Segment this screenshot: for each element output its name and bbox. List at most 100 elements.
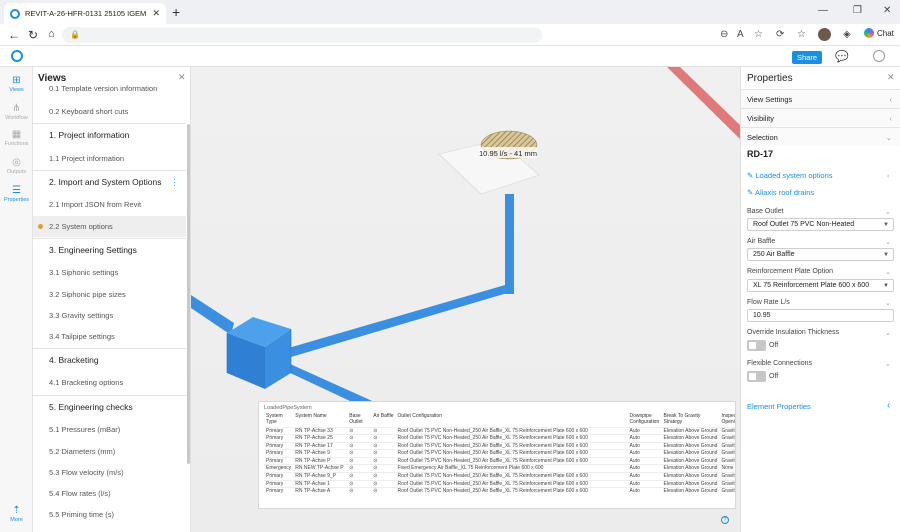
element-properties-link[interactable]: Element Properties ‹ — [747, 400, 890, 411]
view-item[interactable]: 0.2 Keyboard short cuts — [33, 101, 186, 122]
loaded-system-options-link[interactable]: ✎ Loaded system options ‹ — [747, 171, 890, 180]
column-header[interactable]: System Name — [293, 413, 347, 427]
chevron-down-icon[interactable]: ⌄ — [885, 268, 891, 276]
view-section-header[interactable]: 3. Engineering Settings — [33, 238, 186, 261]
chevron-down-icon[interactable]: ⌄ — [885, 299, 891, 307]
close-window-icon[interactable]: ✕ — [883, 5, 891, 16]
table-row[interactable]: Primary RN TP-Achse A ⊙ ⊙ Roof Outlet 75 PVC… — [264, 487, 735, 496]
view-item-selected[interactable]: 2.2 System options — [33, 216, 186, 237]
extensions-icon[interactable]: ⟳ — [776, 29, 784, 40]
table-cell: Gravity — [719, 479, 735, 488]
zoom-icon[interactable]: ⊖ — [720, 29, 728, 40]
view-item[interactable]: 5.5 Priming time (s) — [33, 504, 186, 525]
restore-icon[interactable]: ❐ — [853, 5, 862, 16]
more-options-icon[interactable]: ⋮ — [170, 171, 179, 194]
read-aloud-icon[interactable]: A — [737, 29, 744, 40]
column-header[interactable]: Break To Gravity Strategy — [662, 413, 720, 427]
column-header[interactable]: Inspec Openi — [719, 413, 735, 427]
toggle-state: Off — [769, 373, 779, 380]
url-field[interactable]: 🔒 — [62, 27, 542, 43]
chevron-down-icon[interactable]: ⌄ — [885, 208, 891, 216]
section-visibility[interactable]: Visibility ‹ — [741, 108, 900, 127]
browser-profile-avatar[interactable] — [818, 28, 831, 41]
table-cell: Roof Outlet 75 PVC Non-Heated_250 Air Ba… — [395, 426, 628, 435]
rail-properties[interactable]: ☰ Properties — [0, 185, 33, 203]
browser-tab[interactable]: REVIT-A-26-HFR-0131 25105 IGEM ✕ — [4, 3, 166, 24]
view-item[interactable]: 3.4 Tailpipe settings — [33, 326, 186, 347]
base-outlet-select[interactable]: Roof Outlet 75 PVC Non-Heated ▼ — [747, 218, 894, 231]
column-header[interactable]: Air Baffle — [371, 413, 395, 427]
table-row[interactable]: Emergency RN NEW TP-Achse P ⊙ ⊙ Fixed Emerge… — [264, 464, 735, 473]
view-item[interactable]: 3.2 Siphonic pipe sizes — [33, 284, 186, 305]
flow-rate-input[interactable]: 10.95 — [747, 309, 894, 322]
table-row[interactable]: Primary RN TP-Achse 1 ⊙ ⊙ Roof Outlet 75 PVC… — [264, 479, 735, 488]
reinforcement-plate-select[interactable]: XL 75 Reinforcement Plate 600 x 600 ▼ — [747, 279, 894, 292]
minimize-icon[interactable]: — — [818, 5, 828, 16]
comment-icon[interactable]: 💬 — [835, 50, 849, 63]
rail-views[interactable]: ⊞ Views — [0, 75, 33, 93]
chevron-down-icon[interactable]: ⌄ — [885, 329, 891, 337]
air-baffle-select[interactable]: 250 Air Baffle ▼ — [747, 248, 894, 261]
select-value: 250 Air Baffle — [753, 251, 795, 258]
rail-outputs[interactable]: ◎ Outputs — [0, 157, 33, 175]
table-row[interactable]: Primary RN TP-Achse P ⊙ ⊙ Roof Outlet 75 PVC… — [264, 456, 735, 465]
section-view-settings[interactable]: View Settings ‹ — [741, 89, 900, 108]
copilot-icon[interactable]: ◈ — [843, 29, 851, 40]
close-icon[interactable]: ✕ — [887, 72, 895, 83]
horizontal-pipe[interactable] — [285, 285, 514, 357]
user-avatar-icon[interactable] — [873, 50, 885, 62]
inlet-pipe[interactable] — [191, 295, 234, 335]
app-logo-icon[interactable] — [11, 50, 23, 62]
view-item-label: 2.2 System options — [49, 222, 113, 231]
view-item[interactable]: 3.1 Siphonic settings — [33, 262, 186, 283]
close-tab-icon[interactable]: ✕ — [152, 8, 160, 19]
back-icon[interactable]: ← — [8, 28, 20, 42]
table-row[interactable]: Primary RN TP-Achse 9_P ⊙ ⊙ Roof Outlet 75 P… — [264, 472, 735, 481]
view-item[interactable]: 4.1 Bracketing options — [33, 372, 186, 393]
view-item[interactable]: 5.2 Diameters (mm) — [33, 441, 186, 462]
section-selection[interactable]: Selection ⌄ — [741, 127, 900, 146]
refresh-icon[interactable]: ↻ — [28, 28, 38, 42]
rail-workflow[interactable]: ⋔ Workflow — [0, 103, 33, 121]
table-cell: RN TP-Achse A — [293, 487, 348, 496]
table-row[interactable]: Primary RN TP-Achse 9 ⊙ ⊙ Roof Outlet 75 PVC… — [264, 449, 735, 458]
column-header[interactable]: Outlet Configuration — [396, 413, 628, 427]
properties-icon: ☰ — [12, 185, 21, 196]
favorites-icon[interactable]: ☆ — [797, 29, 806, 40]
downpipe[interactable] — [505, 194, 514, 294]
column-header[interactable]: System Type — [264, 413, 293, 427]
rail-more[interactable]: ⇡ More — [0, 505, 33, 523]
column-header[interactable]: Base Outlet — [347, 413, 371, 427]
view-section-header[interactable]: 2. Import and System Options ⋮ — [33, 170, 186, 193]
rail-functions[interactable]: ▦ Functions — [0, 129, 33, 147]
view-item[interactable]: 5.1 Pressures (mBar) — [33, 419, 186, 440]
table-cell: Roof Outlet 75 PVC Non-Heated_250 Air Ba… — [395, 479, 628, 488]
home-icon[interactable]: ⌂ — [48, 28, 55, 40]
view-section-header[interactable]: 4. Bracketing — [33, 348, 186, 371]
share-button[interactable]: Share — [792, 51, 822, 64]
view-item[interactable]: 5.3 Flow velocity (m/s) — [33, 462, 186, 483]
table-cell: ⊙ — [371, 434, 396, 443]
column-header[interactable]: Downpipe Configuration — [628, 413, 662, 427]
view-item[interactable]: 2.1 Import JSON from Revit — [33, 194, 186, 215]
favorite-star-icon[interactable]: ☆ — [754, 29, 763, 40]
view-item[interactable]: 3.3 Gravity settings — [33, 305, 186, 326]
aliaxis-roof-drains-link[interactable]: ✎ Aliaxis roof drains — [747, 188, 814, 197]
view-section-header[interactable]: 5. Engineering checks — [33, 395, 186, 418]
table-row[interactable]: Primary RN TP-Achse 17 ⊙ ⊙ Roof Outlet 75 PV… — [264, 441, 735, 450]
chat-button[interactable]: Chat — [864, 28, 894, 38]
view-section-header[interactable]: 1. Project information — [33, 123, 186, 146]
red-pipe[interactable] — [667, 67, 740, 139]
flexible-connections-toggle[interactable] — [747, 371, 766, 382]
help-icon[interactable]: ? — [721, 516, 729, 524]
new-tab-icon[interactable]: + — [172, 4, 180, 20]
table-row[interactable]: Primary RN TP-Achse 25 ⊙ ⊙ Roof Outlet 75 PV… — [264, 434, 735, 443]
table-row[interactable]: Primary RN TP-Achse 33 ⊙ ⊙ Roof Outlet 75 PV… — [264, 426, 735, 435]
view-item[interactable]: 5.4 Flow rates (l/s) — [33, 483, 186, 504]
view-item[interactable]: 1.1 Project information — [33, 148, 186, 169]
chevron-down-icon[interactable]: ⌄ — [885, 238, 891, 246]
views-scrollbar[interactable] — [187, 124, 190, 464]
chevron-down-icon[interactable]: ⌄ — [885, 360, 891, 368]
override-insulation-toggle[interactable] — [747, 340, 766, 351]
view-item[interactable]: 0.1 Template version information — [33, 79, 186, 97]
